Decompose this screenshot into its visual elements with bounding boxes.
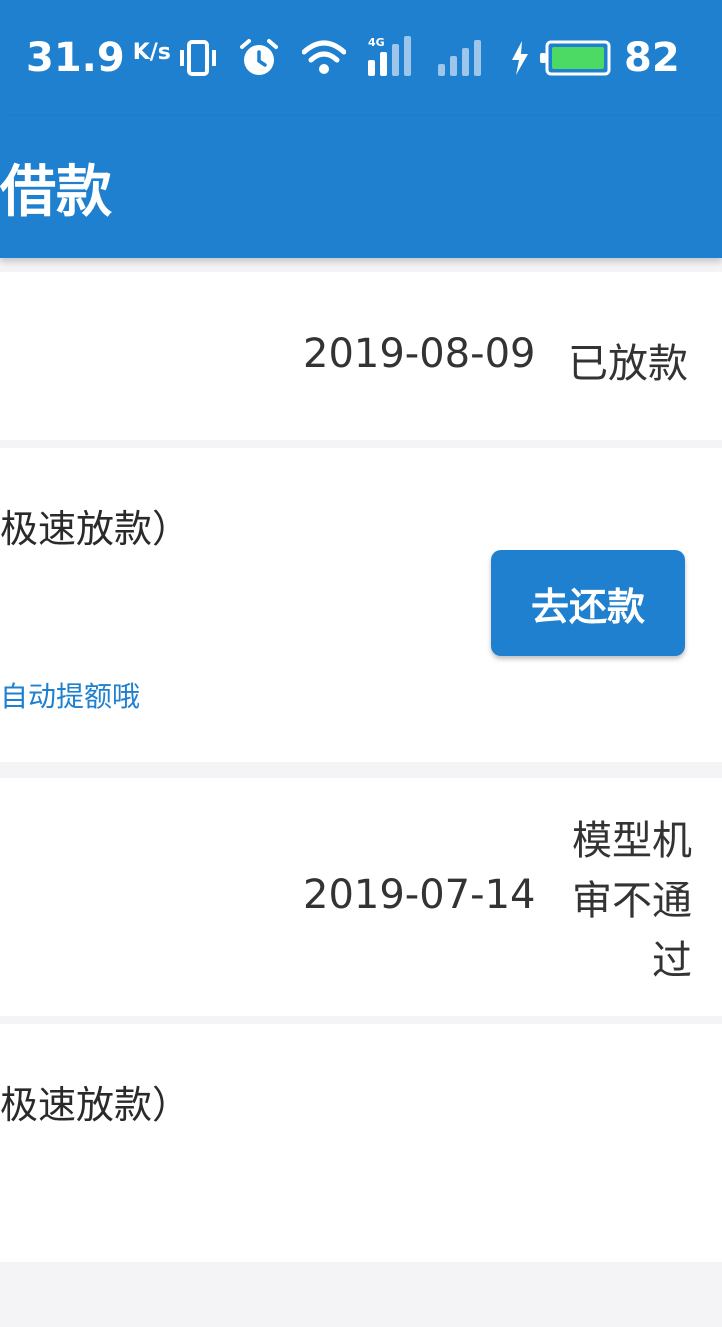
vibrate-icon <box>178 0 218 116</box>
battery-icon <box>540 0 612 116</box>
battery-percentage: 82 <box>624 35 680 81</box>
record-product-name: 极速放款） <box>0 1083 191 1127</box>
record-status-line-1: 模型机 <box>572 818 692 864</box>
record-date: 2019-07-14 <box>303 872 536 918</box>
loan-record-4[interactable]: 极速放款） <box>0 1024 722 1262</box>
signal-icon <box>436 0 488 116</box>
charging-icon <box>510 0 530 116</box>
record-status: 已放款 <box>568 341 688 387</box>
network-speed: 31.9 K/s <box>26 0 171 116</box>
loan-record-2[interactable]: 极速放款） 去还款 自动提额哦 <box>0 448 722 762</box>
loan-record-1[interactable]: 2019-08-09 已放款 <box>0 272 722 440</box>
credit-increase-hint[interactable]: 自动提额哦 <box>0 675 140 715</box>
record-product-name: 极速放款） <box>0 507 191 551</box>
record-status-line-3: 过 <box>652 938 692 984</box>
loan-record-3[interactable]: 2019-07-14 模型机 审不通 过 <box>0 778 722 1016</box>
record-date: 2019-08-09 <box>303 331 536 377</box>
network-speed-value: 31.9 <box>26 35 125 81</box>
alarm-icon <box>238 0 280 116</box>
page-title: 借款 <box>0 159 112 225</box>
network-speed-unit: K/s <box>132 39 171 65</box>
app-header: 借款 <box>0 116 722 258</box>
status-bar: 31.9 K/s 4G 82 <box>0 0 722 116</box>
svg-text:4G: 4G <box>368 36 385 49</box>
record-status-line-2: 审不通 <box>572 878 692 924</box>
wifi-icon <box>302 0 346 116</box>
signal-4g-icon: 4G <box>366 0 418 116</box>
repay-button[interactable]: 去还款 <box>491 550 685 656</box>
